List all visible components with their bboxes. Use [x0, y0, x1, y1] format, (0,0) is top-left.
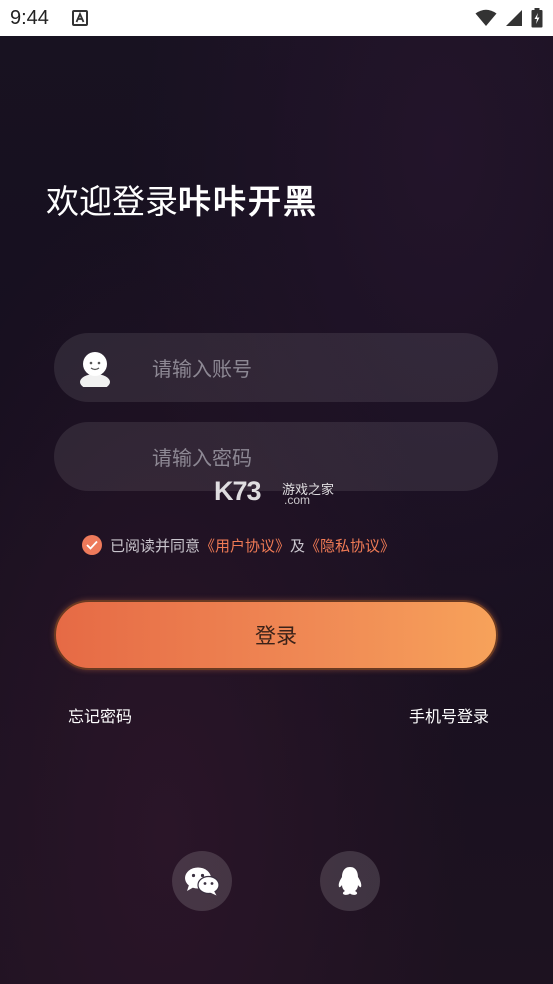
watermark-domain: .com: [284, 493, 311, 507]
account-field[interactable]: [54, 333, 498, 404]
login-button-label: 登录: [255, 624, 297, 648]
status-time: 9:44: [10, 7, 49, 29]
wechat-login-button[interactable]: [172, 851, 232, 911]
signal-icon: [506, 10, 522, 26]
wechat-icon: [185, 867, 220, 896]
user-agreement-link[interactable]: 《用户协议》: [200, 535, 290, 556]
app-a-icon: [72, 10, 88, 26]
privacy-agreement-link[interactable]: 《隐私协议》: [305, 535, 395, 556]
avatar-icon: [80, 352, 110, 387]
wifi-icon: [475, 9, 497, 26]
forgot-password-link[interactable]: 忘记密码: [68, 703, 132, 727]
phone-login-link[interactable]: 手机号登录: [409, 703, 489, 727]
login-button[interactable]: 登录: [54, 600, 498, 670]
agreement-checkbox[interactable]: [82, 535, 102, 555]
battery-icon: [531, 8, 543, 28]
account-input[interactable]: [150, 333, 474, 404]
agreement-row: 已阅读并同意 《用户协议》 及 《隐私协议》: [82, 534, 395, 556]
agreement-text: 已阅读并同意: [110, 536, 201, 555]
qq-login-button[interactable]: [320, 851, 380, 911]
welcome-prefix: 欢迎登录: [46, 182, 178, 221]
status-bar: 9:44: [0, 0, 553, 36]
watermark-k73: K73: [214, 476, 262, 506]
brand-name: 咔咔开黑: [178, 182, 318, 221]
watermark-logo: K73 游戏之家 .com: [214, 476, 354, 510]
welcome-title: 欢迎登录咔咔开黑: [46, 175, 318, 223]
qq-icon: [338, 867, 362, 895]
agreement-and: 及: [290, 536, 306, 555]
checkmark-icon: [86, 540, 98, 550]
